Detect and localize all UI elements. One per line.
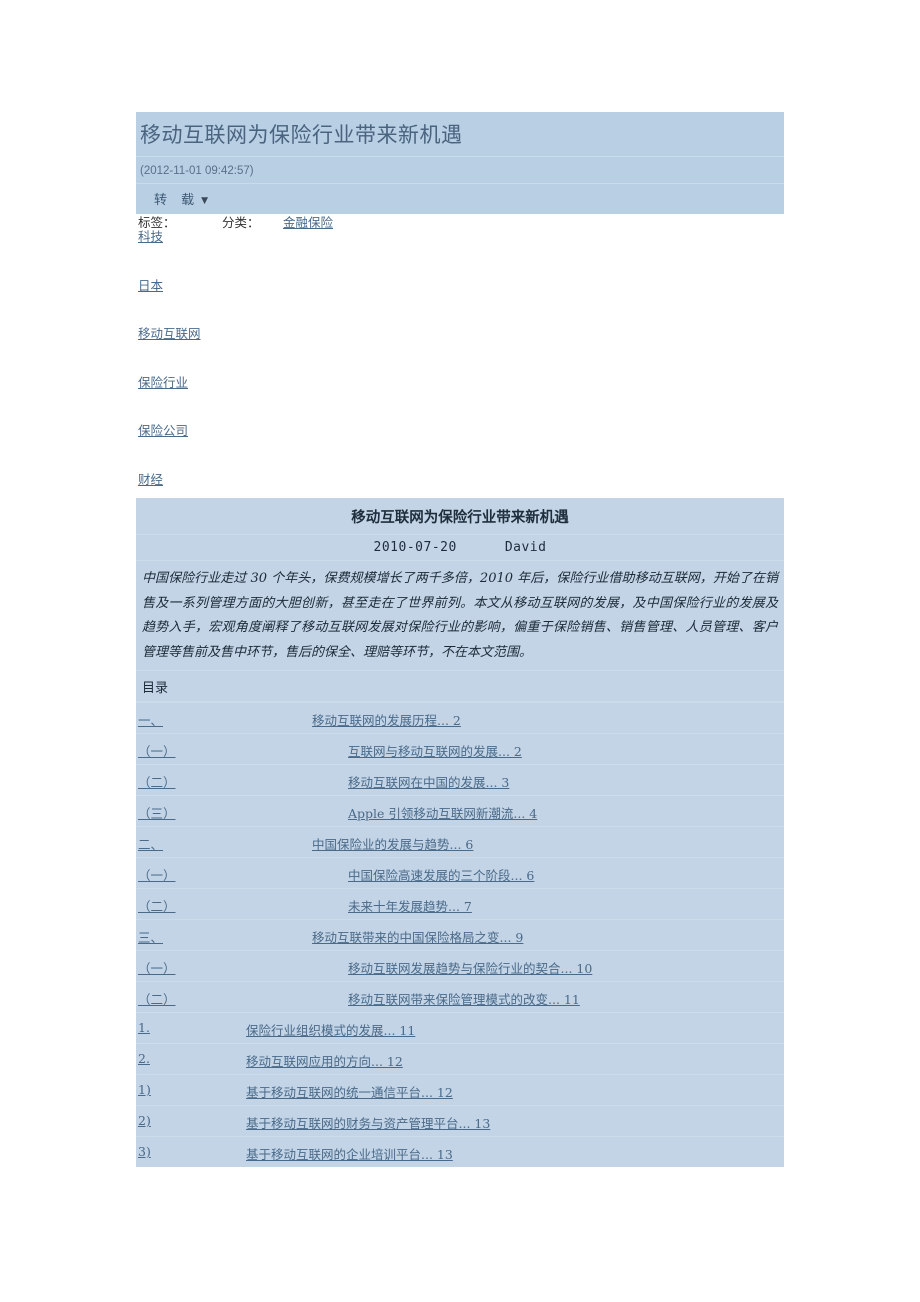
toc-entry[interactable]: 2) 基于移动互联网的财务与资产管理平台... 13 [136,1105,784,1136]
toc-entry[interactable]: 1) 基于移动互联网的统一通信平台... 12 [136,1074,784,1105]
toc-entry-link[interactable]: 基于移动互联网的企业培训平台... 13 [246,1144,453,1163]
document-abstract: 中国保险行业走过 30 个年头，保费规模增长了两千多倍，2010 年后，保险行业… [142,571,778,660]
tag-link[interactable]: 保险行业 [138,375,188,390]
tag-link[interactable]: 保险公司 [138,423,188,438]
taxonomy-section: 标签： 分类： 金融保险 科技 日本 移动互联网 保险行业 保险公司 财经 [138,212,786,521]
list-item: 保险行业 [138,375,786,425]
toc-entry-number[interactable]: 1. [138,1020,234,1035]
toc-entry[interactable]: 二、 中国保险业的发展与趋势... 6 [136,826,784,857]
toc-entry[interactable]: （三） Apple 引领移动互联网新潮流... 4 [136,795,784,826]
tags-label: 标签： [138,215,176,230]
article-document: 移动互联网为保险行业带来新机遇 2010-07-20 David 中国保险行业走过… [136,498,784,1167]
toc-entry-number[interactable]: 一、 [138,710,310,729]
document-date: 2010-07-20 [373,540,457,555]
toc-entry-link[interactable]: 移动互联网应用的方向... 12 [246,1051,403,1070]
page-title: 移动互联网为保险行业带来新机遇 [140,123,463,147]
toc-heading: 目录 [142,681,169,696]
toc-entry-number[interactable]: （二） [138,989,344,1008]
toc-entry[interactable]: 2. 移动互联网应用的方向... 12 [136,1043,784,1074]
toc-entry-number[interactable]: （一） [138,741,344,760]
toc-entry[interactable]: 3) 基于移动互联网的企业培训平台... 13 [136,1136,784,1167]
toc-entry-number[interactable]: （一） [138,865,344,884]
toc-entry-link[interactable]: Apple 引领移动互联网新潮流... 4 [348,803,537,822]
tag-link[interactable]: 财经 [138,472,163,487]
chevron-down-icon[interactable]: ▼ [201,196,213,206]
toc-entry-number[interactable]: （二） [138,772,344,791]
toc-entry-number[interactable]: 1) [138,1082,234,1097]
categories-label: 分类： [222,215,260,230]
toc-entry[interactable]: （二） 未来十年发展趋势... 7 [136,888,784,919]
list-item: 保险公司 [138,424,786,473]
toc-entry-link[interactable]: 保险行业组织模式的发展... 11 [246,1020,415,1039]
repost-label: 转 载 [154,193,200,208]
toc-entry[interactable]: 一、 移动互联网的发展历程... 2 [136,702,784,733]
list-item: 移动互联网 [138,327,786,376]
toc-entry-link[interactable]: 移动互联带来的中国保险格局之变... 9 [312,927,523,946]
toc-entry[interactable]: 三、 移动互联带来的中国保险格局之变... 9 [136,919,784,950]
repost-button[interactable]: 转 载 ▼ [154,189,213,208]
toc-entry-number[interactable]: （三） [138,803,344,822]
repost-row: 转 载 ▼ [136,183,784,214]
toc-entry-link[interactable]: 移动互联网的发展历程... 2 [312,710,461,729]
toc-entry[interactable]: （二） 移动互联网在中国的发展... 3 [136,764,784,795]
tag-link[interactable]: 科技 [138,229,163,244]
toc-entry[interactable]: （一） 互联网与移动互联网的发展... 2 [136,733,784,764]
toc-entry[interactable]: （一） 移动互联网发展趋势与保险行业的契合... 10 [136,950,784,981]
document-author: David [504,540,547,555]
toc-heading-row: 目录 [136,671,784,702]
document-byline: 2010-07-20 David [136,535,784,560]
list-item: 日本 [138,278,786,328]
toc-entry-number[interactable]: （一） [138,958,344,977]
tag-link[interactable]: 移动互联网 [138,326,201,341]
toc-entry-link[interactable]: 基于移动互联网的统一通信平台... 12 [246,1082,453,1101]
post-header: 移动互联网为保险行业带来新机遇 (2012-11-01 09:42:57) 转 … [136,112,784,214]
toc-entry-link[interactable]: 基于移动互联网的财务与资产管理平台... 13 [246,1113,490,1132]
toc-entry-link[interactable]: 未来十年发展趋势... 7 [348,896,472,915]
toc-entry-link[interactable]: 移动互联网在中国的发展... 3 [348,772,509,791]
document-title: 移动互联网为保险行业带来新机遇 [351,509,569,526]
toc-entry-number[interactable]: 三、 [138,927,310,946]
post-meta-row: (2012-11-01 09:42:57) [136,156,784,183]
toc-entry-link[interactable]: 移动互联网带来保险管理模式的改变... 11 [348,989,580,1008]
toc-entry-link[interactable]: 中国保险高速发展的三个阶段... 6 [348,865,534,884]
toc-entry-link[interactable]: 互联网与移动互联网的发展... 2 [348,741,522,760]
toc-entry-number[interactable]: 二、 [138,834,310,853]
tag-link[interactable]: 日本 [138,278,163,293]
toc-entry[interactable]: 1. 保险行业组织模式的发展... 11 [136,1012,784,1043]
list-item: 科技 [138,230,786,279]
toc-entry-number[interactable]: 2. [138,1051,234,1066]
toc-entry-link[interactable]: 移动互联网发展趋势与保险行业的契合... 10 [348,958,592,977]
toc-entry-number[interactable]: （二） [138,896,344,915]
document-title-row: 移动互联网为保险行业带来新机遇 [136,498,784,535]
taxonomy-header-row: 标签： 分类： 金融保险 [138,212,786,230]
category-link[interactable]: 金融保险 [283,212,333,231]
tag-list: 科技 日本 移动互联网 保险行业 保险公司 财经 [138,230,786,521]
document-byline-row: 2010-07-20 David [136,535,784,561]
toc-entry[interactable]: （一） 中国保险高速发展的三个阶段... 6 [136,857,784,888]
toc-entry[interactable]: （二） 移动互联网带来保险管理模式的改变... 11 [136,981,784,1012]
table-of-contents: 一、 移动互联网的发展历程... 2 （一） 互联网与移动互联网的发展... 2 （二）… [136,702,784,1167]
post-timestamp: (2012-11-01 09:42:57) [140,165,254,177]
document-abstract-row: 中国保险行业走过 30 个年头，保费规模增长了两千多倍，2010 年后，保险行业… [136,561,784,671]
blog-post-page: 移动互联网为保险行业带来新机遇 (2012-11-01 09:42:57) 转 … [0,0,920,1302]
toc-entry-number[interactable]: 2) [138,1113,234,1128]
toc-entry-link[interactable]: 中国保险业的发展与趋势... 6 [312,834,473,853]
toc-entry-number[interactable]: 3) [138,1144,234,1159]
